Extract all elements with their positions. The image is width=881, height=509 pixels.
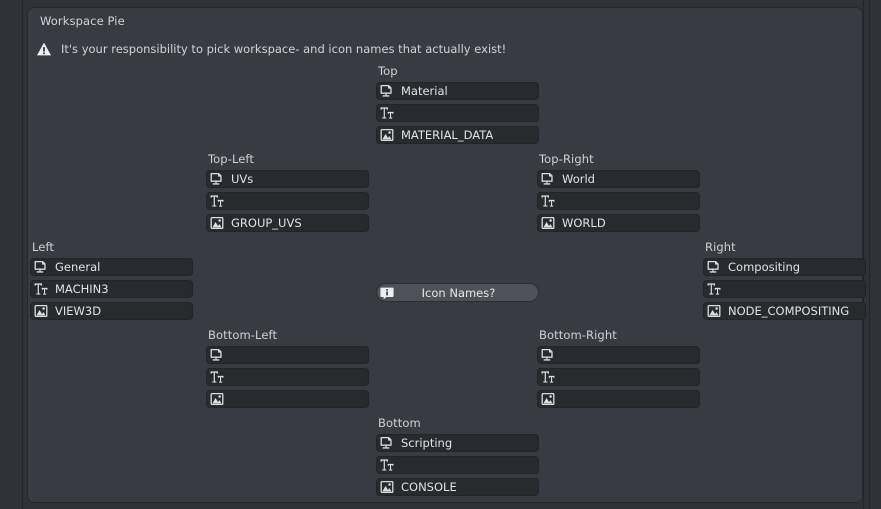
font-text-icon [707,283,721,295]
image-data-icon [380,128,394,142]
pie-slot-top-left-label: Top-Left [208,152,254,166]
pie-slot-top-icon-field[interactable]: MATERIAL_DATA [376,126,539,144]
pie-slot-right-workspace-field[interactable]: Compositing [703,258,866,276]
page-title: Workspace Pie [40,14,125,28]
workspace-screen-icon [380,84,392,97]
icon-names-button-label: Icon Names? [421,285,496,300]
font-text-icon [34,283,48,295]
pie-slot-right-label: Right [705,240,736,254]
font-text-icon [380,107,394,119]
pie-slot-left-workspace-field[interactable]: General [30,258,193,276]
pie-slot-right-icon-value: NODE_COMPOSITING [728,304,850,318]
image-data-icon [541,392,555,406]
pie-slot-top-right: Top-Right World WORLD [537,152,700,232]
warning-row: It's your responsibility to pick workspa… [36,41,506,57]
image-data-icon [34,304,48,318]
pie-slot-bottom-left: Bottom-Left [206,328,369,408]
pie-slot-bottom-label: Bottom [378,416,421,430]
image-data-icon [707,304,721,318]
pie-slot-bottom-right-text-field[interactable] [537,368,700,386]
pie-slot-bottom-right-label: Bottom-Right [539,328,617,342]
pie-slot-bottom-icon-value: CONSOLE [401,480,457,494]
pie-slot-top-left: Top-Left UVs GROUP_UVS [206,152,369,232]
pie-slot-top-workspace-value: Material [401,84,448,98]
font-text-icon [210,371,224,383]
pie-slot-top-left-icon-value: GROUP_UVS [231,216,302,230]
pie-slot-bottom-left-workspace-field[interactable] [206,346,369,364]
image-data-icon [541,216,555,230]
pie-slot-right-icon-field[interactable]: NODE_COMPOSITING [703,302,866,320]
pie-slot-bottom-workspace-value: Scripting [401,436,453,450]
pie-slot-top-label: Top [378,64,398,78]
pie-slot-left-icon-field[interactable]: VIEW3D [30,302,193,320]
pie-slot-bottom-text-field[interactable] [376,456,539,474]
pie-slot-top-left-icon-field[interactable]: GROUP_UVS [206,214,369,232]
pie-slot-top-text-field[interactable] [376,104,539,122]
pie-slot-bottom-left-label: Bottom-Left [208,328,278,342]
workspace-screen-icon [541,348,553,361]
pie-slot-bottom-left-text-field[interactable] [206,368,369,386]
pie-slot-right: Right Compositing NODE_COMPOSITING [703,240,866,320]
pie-slot-left-text-value: MACHIN3 [55,282,109,296]
workspace-screen-icon [707,260,719,273]
font-text-icon [541,195,555,207]
pie-slot-top-left-workspace-field[interactable]: UVs [206,170,369,188]
pie-slot-left-label: Left [32,240,55,254]
pie-slot-bottom-icon-field[interactable]: CONSOLE [376,478,539,496]
pie-slot-top-right-icon-field[interactable]: WORLD [537,214,700,232]
workspace-screen-icon [380,436,392,449]
pie-slot-top: Top Material MATERIAL_DATA [376,64,539,144]
pie-slot-bottom-workspace-field[interactable]: Scripting [376,434,539,452]
workspace-screen-icon [210,348,222,361]
left-edge-divider [22,0,23,509]
workspace-screen-icon [541,172,553,185]
pie-slot-top-right-label: Top-Right [539,152,594,166]
image-data-icon [380,480,394,494]
warning-text: It's your responsibility to pick workspa… [61,42,507,56]
warning-triangle-icon [37,42,51,56]
pie-slot-top-right-text-field[interactable] [537,192,700,210]
pie-slot-top-right-workspace-value: World [562,172,595,186]
info-icon [380,287,394,299]
pie-slot-bottom-right: Bottom-Right [537,328,700,408]
workspace-pie-panel: Workspace Pie It's your responsibility t… [27,7,866,503]
icon-names-button[interactable]: Icon Names? [376,283,539,302]
pie-slot-bottom: Bottom Scripting CONSOLE [376,416,539,496]
pie-slot-top-workspace-field[interactable]: Material [376,82,539,100]
pie-slot-left-icon-value: VIEW3D [55,304,102,318]
font-text-icon [541,371,555,383]
workspace-screen-icon [34,260,46,273]
pie-slot-left: Left General MACHIN3 VIEW3D [30,240,193,320]
right-edge-divider-2 [869,0,870,509]
pie-slot-left-workspace-value: General [55,260,101,274]
font-text-icon [210,195,224,207]
pie-slot-top-icon-value: MATERIAL_DATA [401,128,494,142]
pie-slot-bottom-right-workspace-field[interactable] [537,346,700,364]
pie-slot-top-left-workspace-value: UVs [231,172,254,186]
pie-slot-right-text-field[interactable] [703,280,866,298]
pie-slot-left-text-field[interactable]: MACHIN3 [30,280,193,298]
pie-slot-top-left-text-field[interactable] [206,192,369,210]
pie-slot-top-right-workspace-field[interactable]: World [537,170,700,188]
pie-slot-top-right-icon-value: WORLD [562,216,606,230]
pie-slot-bottom-right-icon-field[interactable] [537,390,700,408]
workspace-screen-icon [210,172,222,185]
pie-slot-bottom-left-icon-field[interactable] [206,390,369,408]
font-text-icon [380,459,394,471]
image-data-icon [210,216,224,230]
pie-slot-right-workspace-value: Compositing [728,260,801,274]
app-window: Workspace Pie It's your responsibility t… [0,0,881,509]
image-data-icon [210,392,224,406]
